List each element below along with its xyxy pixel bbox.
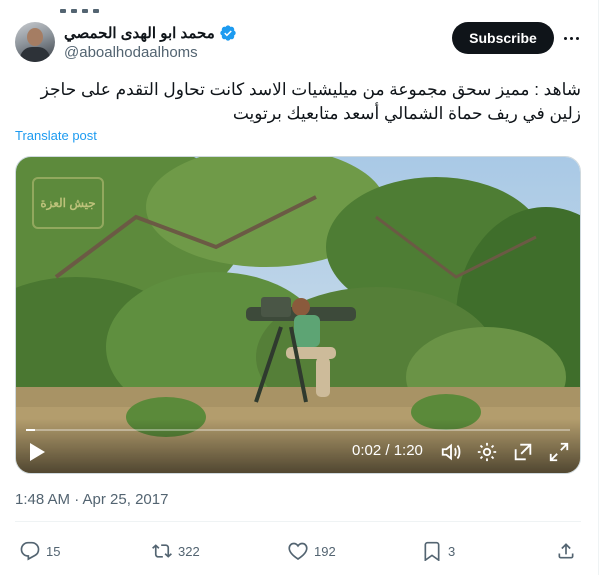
repost-count: 322 [178, 543, 200, 559]
pop-out-icon[interactable] [512, 439, 534, 465]
volume-icon[interactable] [440, 439, 462, 465]
previous-post-fragment [60, 0, 120, 13]
avatar-head [27, 28, 43, 46]
subscribe-button[interactable]: Subscribe [452, 22, 554, 54]
author-name[interactable]: محمد ابو الهدى الحمصي [64, 24, 215, 42]
author-handle[interactable]: @aboalhodaalhoms [64, 44, 198, 61]
bookmark-button[interactable]: 3 [422, 541, 455, 561]
fullscreen-icon[interactable] [548, 439, 570, 465]
progress-fill [26, 429, 36, 431]
reply-icon [20, 541, 40, 561]
avatar-body [20, 47, 50, 62]
bookmark-icon [424, 541, 440, 561]
watermark-text: جيش العزة [32, 177, 104, 229]
repost-icon [152, 544, 172, 558]
verified-badge-icon[interactable] [219, 24, 237, 42]
video-controls: 0:02 / 1:20 [16, 419, 580, 473]
settings-icon[interactable] [476, 439, 498, 465]
time-display: 0:02 / 1:20 [352, 442, 423, 459]
bookmark-count: 3 [448, 543, 456, 559]
watermark-logo: جيش العزة [32, 177, 104, 229]
divider [15, 521, 581, 522]
repost-button[interactable]: 322 [152, 541, 200, 561]
share-icon [558, 543, 574, 559]
translate-post-link[interactable]: Translate post [15, 128, 97, 143]
post-text: شاهد : مميز سحق مجموعة من ميليشيات الاسد… [40, 80, 581, 123]
like-icon [288, 542, 308, 560]
progress-bar[interactable] [26, 429, 570, 431]
play-icon[interactable] [28, 439, 46, 465]
reply-button[interactable]: 15 [20, 541, 60, 561]
like-button[interactable]: 192 [288, 541, 336, 561]
reply-count: 15 [46, 543, 61, 559]
author-name-row: محمد ابو الهدى الحمصي [64, 24, 237, 42]
post-timestamp[interactable]: 1:48 AM · Apr 25, 2017 [15, 491, 168, 508]
video-player[interactable]: جيش العزة 0:02 / 1:20 [15, 156, 581, 474]
like-count: 192 [314, 543, 336, 559]
avatar[interactable] [15, 22, 55, 62]
more-icon[interactable] [560, 28, 582, 48]
share-button[interactable] [556, 541, 576, 561]
